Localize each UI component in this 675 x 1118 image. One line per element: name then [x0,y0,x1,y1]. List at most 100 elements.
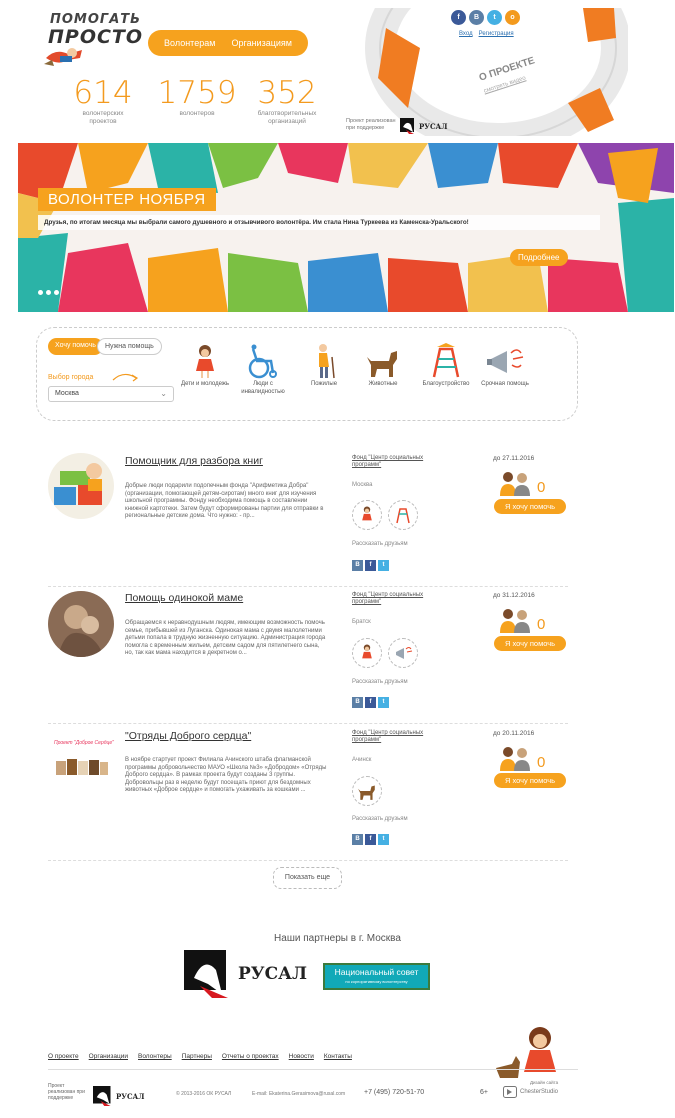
category-label: Срочная помощь [481,381,529,387]
show-more-button[interactable]: Показать еще [273,867,342,889]
chester-studio-icon [503,1086,517,1098]
mother-child-image [48,591,114,657]
site-logo[interactable]: ПОМОГАТЬ ПРОСТО [40,8,150,70]
register-link[interactable]: Регистрация [479,31,514,37]
want-to-help-button[interactable]: Я хочу помочь [494,636,566,651]
share-buttons: В f t [352,560,389,571]
social-links: f В t o [451,10,520,25]
category-children-badge[interactable] [352,500,382,530]
facebook-share-icon[interactable]: f [365,697,376,708]
twitter-share-icon[interactable]: t [378,560,389,571]
support-rusal-logo[interactable]: РУСАЛ [400,118,447,134]
organization-link[interactable]: Фонд "Центр социальных программ" [352,592,452,606]
odnoklassniki-icon[interactable]: o [505,10,520,25]
stat-volunteers: 1759 волонтеров [156,76,238,118]
volunteer-count: 0 [537,754,546,771]
project-thumbnail[interactable]: Проект "Доброе Сердце" [48,727,114,793]
banner-dot[interactable] [54,290,59,295]
stat-value: 614 [73,75,133,111]
footer-link-contacts[interactable]: Контакты [324,1053,352,1060]
organization-link[interactable]: Фонд "Центр социальных программ" [352,455,452,469]
vk-share-icon[interactable]: В [352,697,363,708]
tab-need-help[interactable]: Нужна помощь [96,338,162,355]
vk-share-icon[interactable]: В [352,560,363,571]
partners-title: Наши партнеры в г. Москва [274,933,401,944]
nav-organizations[interactable]: Организациям [231,38,291,48]
megaphone-icon [487,349,524,373]
vk-icon[interactable]: В [469,10,484,25]
project-card: Проект "Доброе Сердце" [48,727,114,793]
support-text: Проект реализован при поддержке [346,118,396,131]
volunteer-count: 0 [537,616,546,633]
category-children-badge[interactable] [352,638,382,668]
child-icon [196,345,214,378]
city-select[interactable]: Москва ⌄ [48,386,174,402]
banner-more-button[interactable]: Подробнее [510,249,568,266]
copyright: © 2013-2016 ОК РУСАЛ [176,1091,232,1097]
footer-link-organizations[interactable]: Организации [89,1053,128,1060]
banner-title: ВОЛОНТЕР НОЯБРЯ [38,188,216,211]
project-title-link[interactable]: "Отряды Доброго сердца" [125,730,251,742]
project-thumbnail[interactable] [48,591,114,657]
rusal-logo-text: РУСАЛ [419,121,448,131]
category-urgent-badge[interactable] [388,638,418,668]
category-label: Люди с инвалидностью [241,381,285,395]
facebook-icon[interactable]: f [451,10,466,25]
category-improvement-badge[interactable] [388,500,418,530]
tab-want-to-help[interactable]: Хочу помочь [48,338,103,355]
stat-organizations: 352 благотворительных организаций [248,76,326,126]
project-description: В ноябре стартует проект Филиала Ачинско… [125,757,327,794]
footer-link-reports[interactable]: Отчеты о проектах [222,1053,279,1060]
category-urgent[interactable]: Срочная помощь [475,343,535,389]
twitter-share-icon[interactable]: t [378,834,389,845]
project-title-link[interactable]: Помощник для разбора книг [125,455,263,467]
category-animals[interactable]: Животные [353,343,413,389]
partner-rusal[interactable]: РУСАЛ [184,950,307,998]
footer-divider [48,1069,578,1070]
footer-link-volunteers[interactable]: Волонтеры [138,1053,172,1060]
login-link[interactable]: Вход [459,31,473,37]
footer-link-about[interactable]: О проекте [48,1053,79,1060]
category-animals-badge[interactable] [352,776,382,806]
project-thumbnail[interactable] [48,453,114,519]
project-description: Добрые люди подарили подопечным фонда "А… [125,483,324,520]
category-label: Пожилые [310,381,338,387]
category-children[interactable]: Дети и молодежь [175,343,235,389]
banner-dot[interactable] [38,290,43,295]
vk-share-icon[interactable]: В [352,834,363,845]
want-to-help-button[interactable]: Я хочу помочь [494,499,566,514]
project-title-link[interactable]: Помощь одинокой маме [125,592,243,604]
facebook-share-icon[interactable]: f [365,560,376,571]
twitter-icon[interactable]: t [487,10,502,25]
organization-link[interactable]: Фонд "Центр социальных программ" [352,730,452,744]
deadline-date: до 31.12.2016 [493,592,535,599]
footer-rusal-logo[interactable]: РУСАЛ [93,1086,144,1106]
category-elderly[interactable]: Пожилые [294,343,354,389]
project-categories [352,776,382,806]
wheelchair-icon [248,344,277,379]
nav-volunteers[interactable]: Волонтерам [164,38,215,48]
facebook-share-icon[interactable]: f [365,834,376,845]
contact-email[interactable]: E-mail: Ekaterina.Gerasimova@rusal.com [252,1091,345,1097]
twitter-share-icon[interactable]: t [378,697,389,708]
category-disabled[interactable]: Люди с инвалидностью [233,343,293,396]
project-categories [352,500,418,530]
dog-icon [367,351,397,377]
girl-with-dog-illustration [496,1027,556,1078]
partner-natsovet[interactable]: Национальный совет по корпоративному вол… [323,963,430,990]
banner-dot[interactable] [46,290,51,295]
footer-link-partners[interactable]: Партнеры [182,1053,212,1060]
design-credit[interactable]: ChesterStudio [503,1086,558,1098]
project-city: Ачинск [352,757,372,763]
stat-label: волонтерских проектов [82,110,124,125]
want-to-help-button[interactable]: Я хочу помочь [494,773,566,788]
project-city: Братск [352,619,371,625]
category-improvement[interactable]: Благоустройство [416,343,476,389]
project-categories [352,638,418,668]
banner-pagination [38,290,59,295]
help-tabs: Хочу помочь Нужна помощь [48,338,162,355]
footer-link-news[interactable]: Новости [289,1053,314,1060]
stat-label: благотворительных организаций [257,110,317,125]
about-project-lifebuoy[interactable]: О ПРОЕКТЕ смотреть видео [338,8,628,136]
project-description: Обращаемся к неравнодушным людям, имеющи… [125,620,326,657]
